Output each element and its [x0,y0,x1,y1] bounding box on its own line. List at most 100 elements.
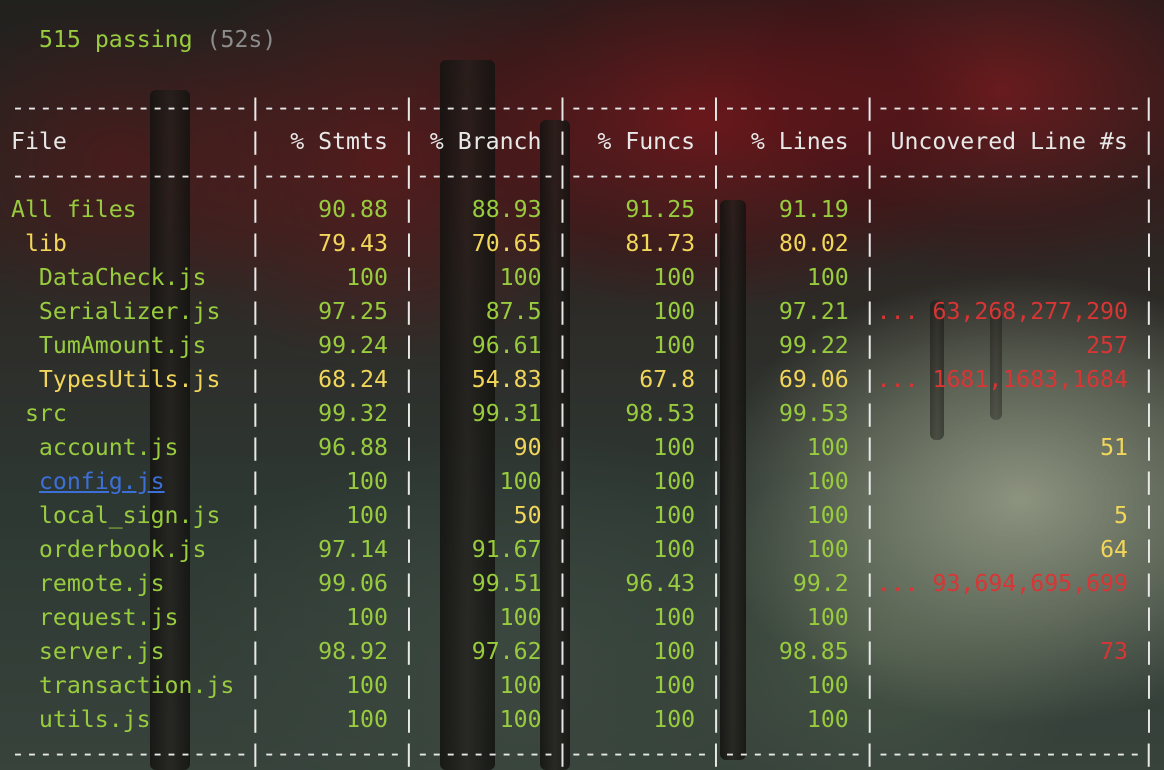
column-separator: | [248,502,263,529]
funcs-percent: 67.8 [639,366,696,393]
branch-percent: 99.51 [471,570,542,597]
column-separator: | [862,502,877,529]
column-separator: | [1141,706,1156,733]
table-row: server.js | 98.92 | 97.62 | 100 | 98.85 … [11,635,1156,669]
column-separator: | [555,672,570,699]
column-separator: | [555,536,570,563]
column-separator: | [862,570,877,597]
column-separator: | [401,400,416,427]
lines-percent: 99.22 [778,332,849,359]
column-separator: | [1141,264,1156,291]
branch-percent: 96.61 [471,332,542,359]
stmts-percent: 100 [346,468,388,495]
lines-percent: 99.53 [778,400,849,427]
file-name: DataCheck.js [38,264,207,291]
stmts-percent: 79.43 [318,230,388,257]
column-separator: | [401,366,416,393]
column-separator: | [709,196,724,223]
column-separator: | [862,706,877,733]
column-separator: | [248,230,263,257]
file-name: local_sign.js [38,502,221,529]
stmts-percent: 99.24 [318,332,388,359]
funcs-percent: 96.43 [625,570,696,597]
table-row: transaction.js | 100 | 100 | 100 | 100 |… [11,669,1156,703]
file-name[interactable]: config.js [39,468,165,495]
uncovered-lines: 257 [1086,332,1128,359]
column-separator: | [1141,570,1156,597]
lines-percent: 100 [806,536,849,563]
stmts-percent: 90.88 [318,196,388,223]
column-separator: | [709,264,724,291]
uncovered-lines: 5 [1114,502,1128,529]
stmts-percent: 100 [346,264,388,291]
column-separator: | [862,196,877,223]
column-separator: | [555,468,570,495]
column-separator: | [709,502,724,529]
column-separator: | [709,638,724,665]
lines-percent: 100 [806,706,849,733]
funcs-percent: 100 [653,536,696,563]
funcs-percent: 100 [653,264,696,291]
column-separator: | [1141,366,1156,393]
column-separator: | [555,366,570,393]
column-separator: | [1141,604,1156,631]
column-separator: | [248,434,263,461]
stmts-percent: 97.25 [318,298,388,325]
test-duration: (52s) [206,26,277,53]
file-name: TumAmount.js [38,332,207,359]
column-separator: | [709,604,724,631]
column-separator: | [709,706,724,733]
branch-percent: 54.83 [471,366,542,393]
column-separator: | [1141,298,1156,325]
branch-percent: 87.5 [485,298,542,325]
funcs-percent: 91.25 [625,196,696,223]
branch-percent: 100 [499,604,542,631]
lines-percent: 100 [806,468,849,495]
column-separator: | [862,604,877,631]
funcs-percent: 100 [653,502,696,529]
uncovered-lines: 64 [1100,536,1128,563]
column-separator: | [862,468,877,495]
table-border-header: -----------------|----------|----------|… [11,162,1156,189]
lines-percent: 100 [806,434,849,461]
column-separator: | [862,400,877,427]
column-separator: | [401,230,416,257]
branch-percent: 90 [513,434,542,461]
column-separator: | [401,196,416,223]
lines-percent: 100 [806,672,849,699]
table-row: account.js | 96.88 | 90 | 100 | 100 | 51… [11,431,1156,465]
column-separator: | [401,502,416,529]
column-separator: | [862,434,877,461]
column-separator: | [555,604,570,631]
file-name: orderbook.js [38,536,207,563]
column-separator: | [248,366,263,393]
stmts-percent: 68.24 [318,366,388,393]
table-border-bottom: -----------------|----------|----------|… [11,740,1156,767]
table-row: Serializer.js | 97.25 | 87.5 | 100 | 97.… [11,295,1156,329]
table-header: File | % Stmts | % Branch | % Funcs | % … [11,128,1156,155]
column-separator: | [248,332,263,359]
uncovered-lines: 51 [1100,434,1128,461]
file-name: request.js [38,604,179,631]
column-separator: | [401,672,416,699]
table-row: lib | 79.43 | 70.65 | 81.73 | 80.02 | | [11,227,1156,261]
file-name: utils.js [38,706,151,733]
column-separator: | [248,570,263,597]
lines-percent: 100 [806,264,849,291]
file-name: remote.js [38,570,165,597]
column-separator: | [248,468,263,495]
column-separator: | [862,672,877,699]
column-separator: | [862,264,877,291]
column-separator: | [709,298,724,325]
column-separator: | [555,196,570,223]
column-separator: | [248,604,263,631]
column-separator: | [401,638,416,665]
column-separator: | [248,536,263,563]
column-separator: | [1141,196,1156,223]
column-separator: | [862,638,877,665]
table-row: DataCheck.js | 100 | 100 | 100 | 100 | | [11,261,1156,295]
uncovered-lines: ... 93,694,695,699 [876,570,1128,597]
uncovered-lines: ... 1681,1683,1684 [876,366,1128,393]
stmts-percent: 98.92 [318,638,388,665]
file-name: lib [24,230,67,257]
